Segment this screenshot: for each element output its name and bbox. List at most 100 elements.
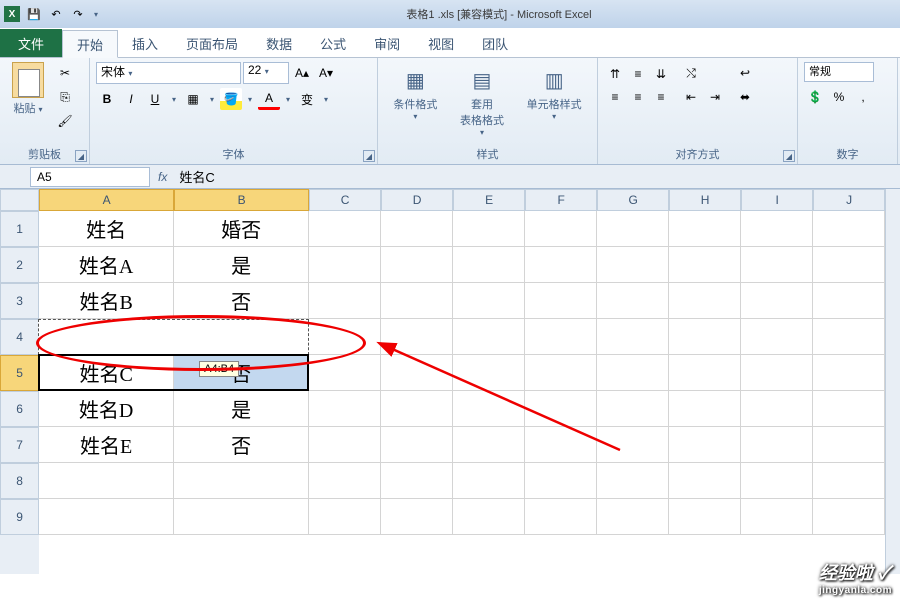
col-header[interactable]: F xyxy=(525,189,597,211)
tab-review[interactable]: 审阅 xyxy=(360,29,414,57)
fx-icon[interactable]: fx xyxy=(158,170,167,184)
cell[interactable]: 否 xyxy=(174,355,309,391)
align-right-icon[interactable]: ≡ xyxy=(650,86,672,108)
cell[interactable] xyxy=(525,427,597,463)
cell[interactable] xyxy=(525,499,597,535)
cell[interactable] xyxy=(453,463,525,499)
cell[interactable] xyxy=(309,211,381,247)
decrease-indent-icon[interactable]: ⇤ xyxy=(680,86,702,108)
number-format-select[interactable]: 常规 xyxy=(804,62,874,82)
cell[interactable] xyxy=(309,391,381,427)
cell[interactable] xyxy=(669,355,741,391)
tab-home[interactable]: 开始 xyxy=(62,30,118,58)
select-all-corner[interactable] xyxy=(0,189,39,211)
cell[interactable] xyxy=(597,391,669,427)
cell[interactable] xyxy=(381,319,453,355)
italic-button[interactable]: I xyxy=(120,88,142,110)
align-top-icon[interactable]: ⇈ xyxy=(604,63,626,85)
cell[interactable] xyxy=(381,463,453,499)
increase-indent-icon[interactable]: ⇥ xyxy=(704,86,726,108)
cell[interactable] xyxy=(597,463,669,499)
name-box[interactable]: A5 xyxy=(30,167,150,187)
chevron-down-icon[interactable]: ▾ xyxy=(168,95,180,104)
cell[interactable] xyxy=(309,499,381,535)
cell[interactable] xyxy=(381,499,453,535)
cell[interactable]: 姓名A xyxy=(39,247,174,283)
phonetic-icon[interactable]: 变 xyxy=(296,88,318,110)
align-center-icon[interactable]: ≡ xyxy=(627,86,649,108)
cell[interactable] xyxy=(741,391,813,427)
cell[interactable] xyxy=(39,463,174,499)
font-color-icon[interactable]: A xyxy=(258,88,280,110)
col-header[interactable]: H xyxy=(669,189,741,211)
cell[interactable] xyxy=(525,391,597,427)
cell[interactable] xyxy=(453,427,525,463)
format-painter-icon[interactable]: 🖌 xyxy=(54,110,76,132)
cell[interactable] xyxy=(597,283,669,319)
cell[interactable] xyxy=(174,499,309,535)
border-icon[interactable]: ▦ xyxy=(182,88,204,110)
wrap-text-icon[interactable]: ↩ xyxy=(734,62,756,84)
cell[interactable]: 是 xyxy=(174,247,309,283)
tab-insert[interactable]: 插入 xyxy=(118,29,172,57)
merge-icon[interactable]: ⬌ xyxy=(734,86,756,108)
cell[interactable] xyxy=(669,427,741,463)
row-header[interactable]: 6 xyxy=(0,391,39,427)
cell[interactable] xyxy=(597,427,669,463)
cell[interactable]: 否 xyxy=(174,427,309,463)
cell[interactable] xyxy=(309,463,381,499)
cell[interactable] xyxy=(381,391,453,427)
cell[interactable] xyxy=(597,211,669,247)
cell[interactable] xyxy=(525,463,597,499)
cell[interactable] xyxy=(525,211,597,247)
tab-formula[interactable]: 公式 xyxy=(306,29,360,57)
cell[interactable] xyxy=(813,499,885,535)
cell[interactable] xyxy=(741,355,813,391)
cell[interactable] xyxy=(741,211,813,247)
cell[interactable] xyxy=(39,499,174,535)
cell[interactable] xyxy=(813,211,885,247)
row-header[interactable]: 2 xyxy=(0,247,39,283)
cell[interactable] xyxy=(453,319,525,355)
cell[interactable] xyxy=(309,247,381,283)
chevron-down-icon[interactable]: ▾ xyxy=(282,95,294,104)
cell[interactable] xyxy=(741,283,813,319)
undo-icon[interactable]: ↶ xyxy=(46,4,66,24)
redo-icon[interactable]: ↷ xyxy=(68,4,88,24)
cell[interactable] xyxy=(669,247,741,283)
cell[interactable] xyxy=(669,283,741,319)
chevron-down-icon[interactable]: ▾ xyxy=(244,95,256,104)
conditional-format-button[interactable]: ▦ 条件格式▾ xyxy=(389,62,441,123)
align-left-icon[interactable]: ≡ xyxy=(604,86,626,108)
cell[interactable] xyxy=(741,319,813,355)
cell[interactable] xyxy=(381,427,453,463)
cell[interactable] xyxy=(597,355,669,391)
align-dialog-launcher[interactable]: ◢ xyxy=(783,150,795,162)
cell[interactable]: 姓名D xyxy=(39,391,174,427)
row-header[interactable]: 1 xyxy=(0,211,39,247)
cell[interactable] xyxy=(453,211,525,247)
orientation-icon[interactable]: ⤭ xyxy=(680,62,702,84)
cell[interactable] xyxy=(813,247,885,283)
col-header[interactable]: D xyxy=(381,189,453,211)
bold-button[interactable]: B xyxy=(96,88,118,110)
font-size-select[interactable]: 22 ▾ xyxy=(243,62,289,84)
cell[interactable] xyxy=(453,391,525,427)
cell[interactable] xyxy=(525,355,597,391)
shrink-font-icon[interactable]: A▾ xyxy=(315,62,337,84)
cell[interactable] xyxy=(453,499,525,535)
tab-file[interactable]: 文件 xyxy=(0,29,62,57)
cell[interactable] xyxy=(309,319,381,355)
vertical-scrollbar[interactable] xyxy=(885,189,900,574)
cell[interactable] xyxy=(669,211,741,247)
cell[interactable] xyxy=(525,319,597,355)
font-name-select[interactable]: 宋体 ▾ xyxy=(96,62,241,84)
cell-grid[interactable]: 姓名婚否 姓名A是 姓名B否 姓名C否 姓名D是 姓名E否 A4:B4 xyxy=(39,211,885,574)
col-header[interactable]: E xyxy=(453,189,525,211)
cell[interactable] xyxy=(669,391,741,427)
row-header[interactable]: 8 xyxy=(0,463,39,499)
formula-input[interactable]: 姓名C xyxy=(175,167,900,186)
fill-color-icon[interactable]: 🪣 xyxy=(220,88,242,110)
cell[interactable] xyxy=(309,283,381,319)
cell[interactable] xyxy=(813,463,885,499)
